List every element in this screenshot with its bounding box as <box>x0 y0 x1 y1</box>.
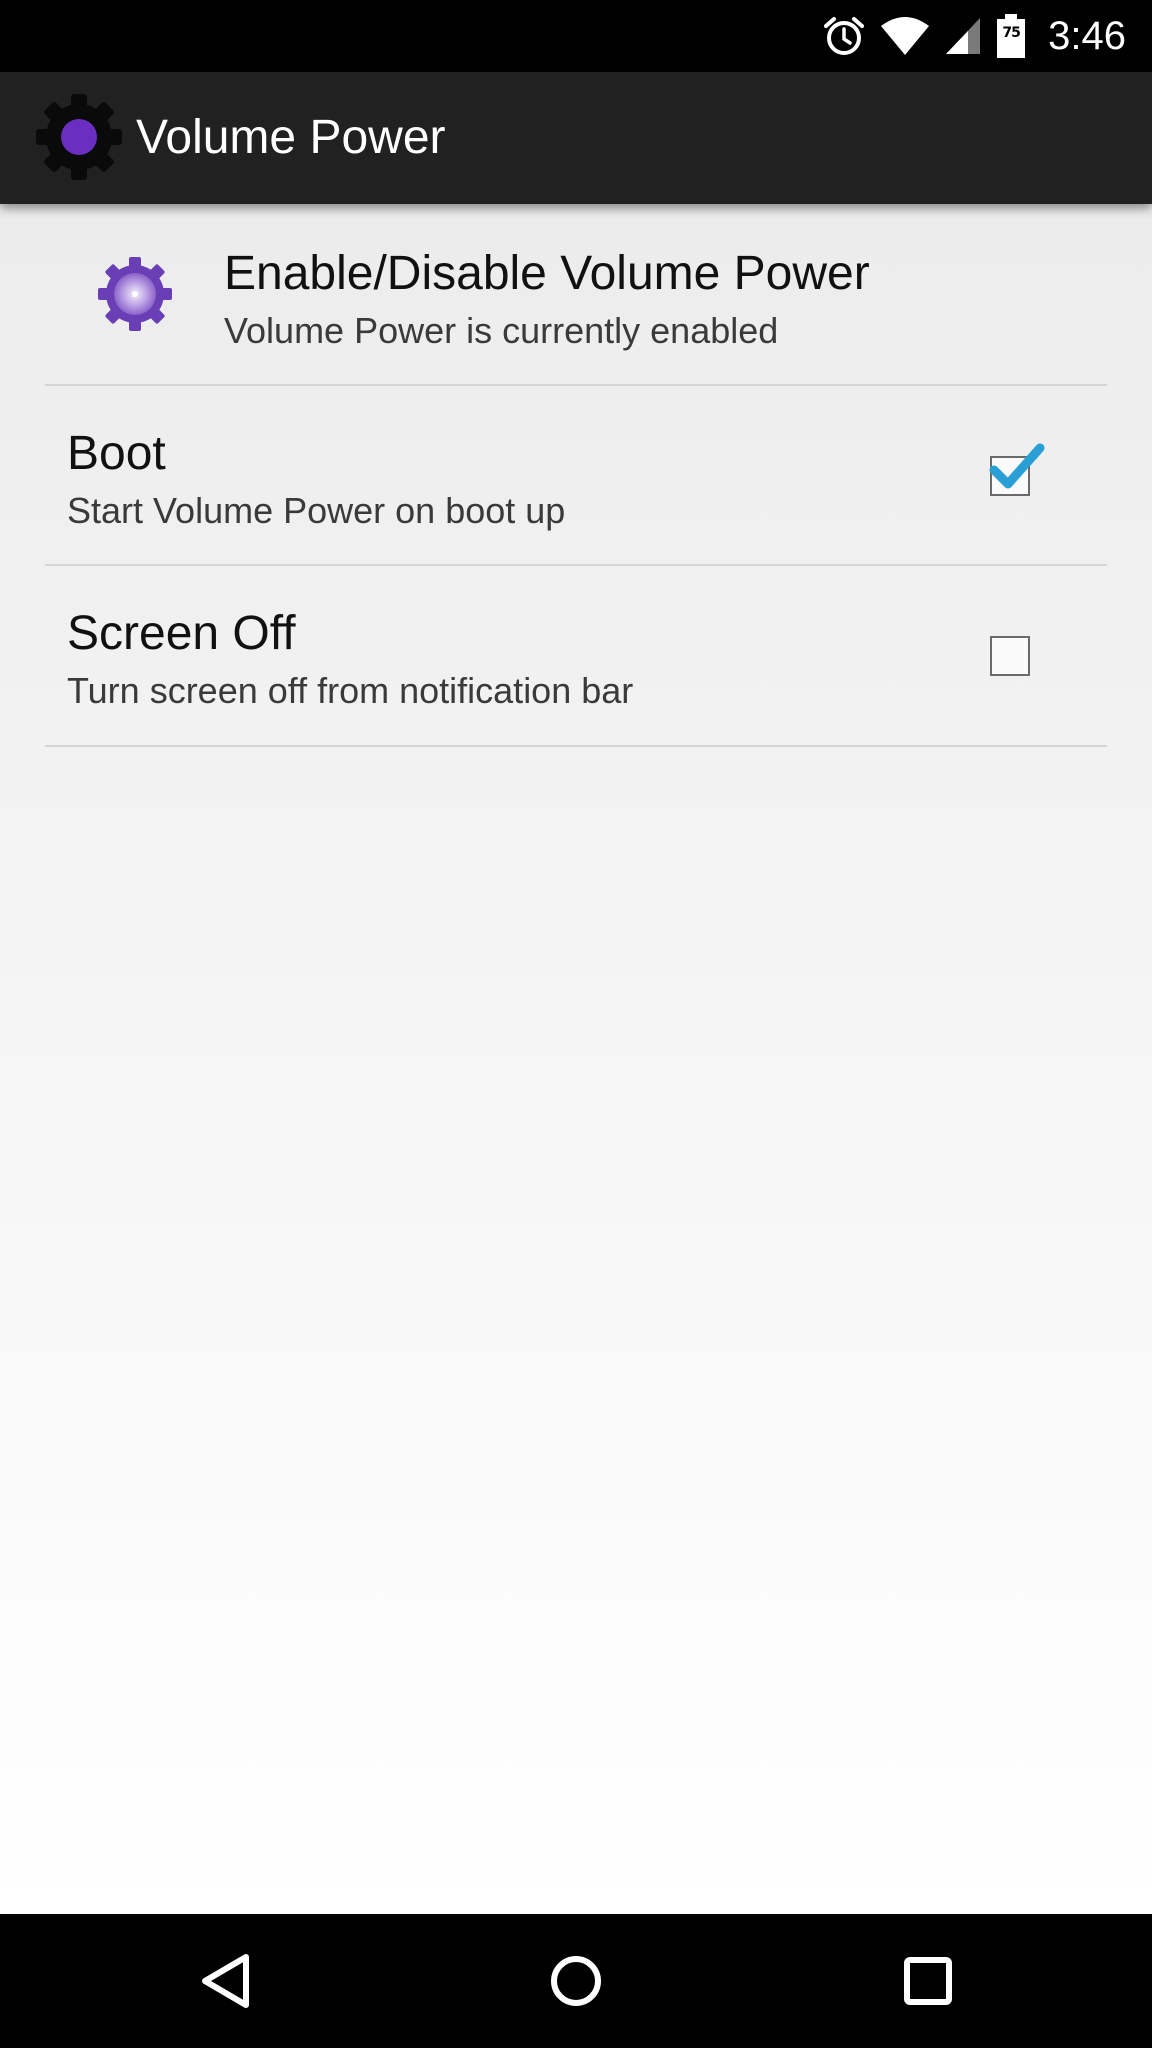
pref-summary: Volume Power is currently enabled <box>224 310 779 351</box>
screen-off-preference[interactable]: Screen Off Turn screen off from notifica… <box>0 566 1152 746</box>
navigation-bar <box>0 1914 1152 2048</box>
status-icons: 75 3:46 <box>822 0 1126 72</box>
pref-summary: Turn screen off from notification bar <box>67 670 634 711</box>
cell-signal-icon <box>944 16 982 56</box>
pref-title: Enable/Disable Volume Power <box>224 247 870 300</box>
status-bar: 75 3:46 <box>0 0 1152 72</box>
checkmark-icon <box>989 443 1045 489</box>
boot-checkbox[interactable] <box>989 443 1045 496</box>
boot-preference[interactable]: Boot Start Volume Power on boot up <box>0 386 1152 566</box>
wifi-icon <box>880 16 930 56</box>
pref-title: Boot <box>67 427 166 480</box>
alarm-icon <box>822 14 866 58</box>
divider <box>45 745 1107 747</box>
battery-level: 75 <box>1002 25 1020 41</box>
battery-icon: 75 <box>996 14 1026 58</box>
enable-disable-preference[interactable]: Enable/Disable Volume Power Volume Power… <box>0 204 1152 386</box>
gear-icon <box>95 254 175 334</box>
back-icon <box>202 1954 249 2008</box>
screen-off-checkbox[interactable] <box>990 636 1030 676</box>
pref-summary: Start Volume Power on boot up <box>67 490 566 531</box>
gear-icon[interactable] <box>34 92 124 182</box>
back-button[interactable] <box>156 1914 296 2048</box>
home-icon <box>551 1956 601 2006</box>
status-clock: 3:46 <box>1048 13 1126 58</box>
pref-title: Screen Off <box>67 607 296 660</box>
recents-icon <box>904 1957 952 2005</box>
preferences-list: Enable/Disable Volume Power Volume Power… <box>0 204 1152 1914</box>
recents-button[interactable] <box>858 1914 998 2048</box>
action-bar: Volume Power <box>0 72 1152 204</box>
home-button[interactable] <box>506 1914 646 2048</box>
app-title: Volume Power <box>136 111 446 164</box>
